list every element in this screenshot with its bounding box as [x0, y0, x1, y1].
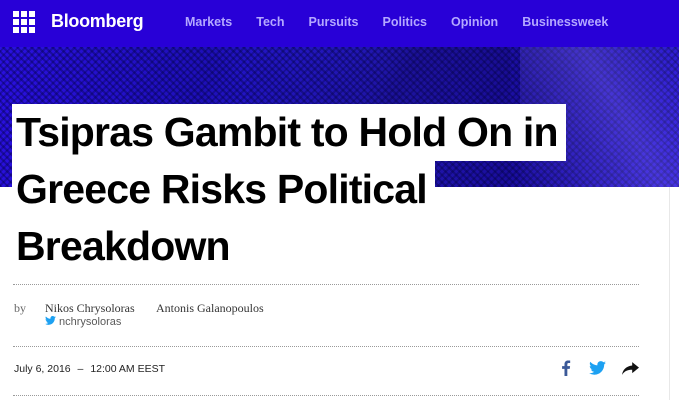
- date-separator: –: [77, 363, 84, 375]
- nav-link-tech[interactable]: Tech: [256, 15, 284, 29]
- nav-link-politics[interactable]: Politics: [383, 15, 427, 29]
- article-headline: Tsipras Gambit to Hold On in Greece Risk…: [12, 104, 622, 275]
- headline-line-3: Breakdown: [12, 218, 238, 275]
- divider-bottom: [13, 395, 639, 396]
- nav-link-pursuits[interactable]: Pursuits: [309, 15, 359, 29]
- divider-middle: [13, 346, 639, 347]
- share-arrow-icon[interactable]: [620, 357, 640, 379]
- headline-line-1: Tsipras Gambit to Hold On in: [12, 104, 566, 161]
- publish-dateline: July 6, 2016 – 12:00 AM EEST: [14, 363, 165, 375]
- nav-link-markets[interactable]: Markets: [185, 15, 232, 29]
- author-link-2[interactable]: Antonis Galanopoulos: [156, 301, 264, 316]
- nav-link-businessweek[interactable]: Businessweek: [522, 15, 608, 29]
- page-edge: [669, 187, 679, 400]
- author-twitter-link[interactable]: nchrysoloras: [45, 316, 121, 328]
- by-label: by: [14, 301, 26, 315]
- author-link-1[interactable]: Nikos Chrysoloras: [45, 301, 135, 316]
- bloomberg-logo[interactable]: Bloomberg: [51, 11, 144, 32]
- menu-grid-icon[interactable]: [13, 11, 35, 33]
- publish-date: July 6, 2016: [14, 363, 71, 375]
- publish-time: 12:00 AM EEST: [90, 363, 166, 375]
- twitter-icon[interactable]: [587, 357, 607, 379]
- twitter-handle-text: nchrysoloras: [59, 316, 122, 328]
- twitter-bird-icon: [45, 316, 56, 328]
- facebook-icon[interactable]: [556, 357, 576, 379]
- headline-line-2: Greece Risks Political: [12, 161, 435, 218]
- nav-links: Markets Tech Pursuits Politics Opinion B…: [185, 15, 632, 29]
- top-nav-bar: Bloomberg Markets Tech Pursuits Politics…: [0, 0, 679, 47]
- nav-link-opinion[interactable]: Opinion: [451, 15, 498, 29]
- divider-top: [13, 284, 639, 285]
